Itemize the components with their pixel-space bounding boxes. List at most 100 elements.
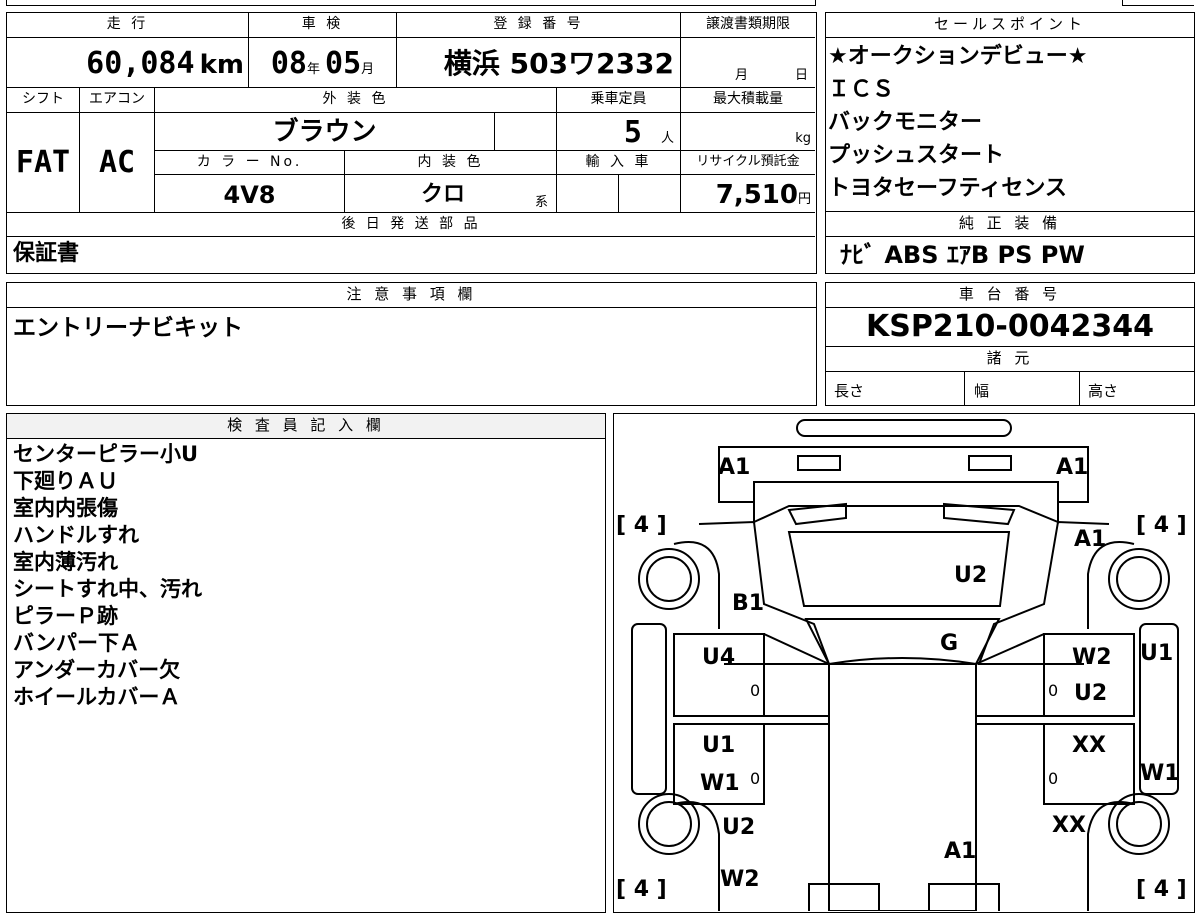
mark-rear-fender-right: XX (1052, 813, 1086, 838)
inspection-year: 08 (270, 46, 307, 81)
recycle-label: リサイクル預託金 (681, 151, 815, 175)
seating-label: 乗車定員 (557, 88, 681, 113)
mark-front-door-right-2: U2 (1074, 681, 1107, 706)
inspector-note-item: センターピラー小U (13, 442, 199, 466)
exterior-color-value: ブラウン (272, 117, 377, 147)
rear-bumper-outline (808, 883, 880, 911)
inspector-note-item: シートすれ中、汚れ (13, 577, 202, 601)
mark-front-left: A1 (718, 455, 750, 480)
interior-color-cell: クロ 系 (345, 175, 557, 213)
zero-marks: 0 0 0 0 (750, 681, 1058, 788)
interior-color-label: 内 装 色 (345, 151, 557, 175)
mileage-cell: 60,084 km (7, 38, 249, 88)
front-bumper-outline (796, 419, 1012, 437)
specs-divider-1 (964, 372, 965, 406)
inspection-label: 車 検 (249, 13, 397, 38)
specs-label: 諸 元 (826, 347, 1194, 372)
rear-bumper-outline-2 (928, 883, 1000, 911)
chassis-value: KSP210-0042344 (826, 308, 1194, 347)
inspection-year-unit: 年 (306, 62, 320, 77)
rear-arch-right (1087, 801, 1135, 911)
shift-label: シフト (7, 88, 80, 113)
mark-hood: U2 (954, 563, 987, 588)
shift-value: FAT (15, 145, 71, 180)
specs-row: 長さ 幅 高さ (826, 372, 1194, 406)
sales-point-item: ＩＣＳ (828, 77, 895, 102)
mark-rear-left: W2 (720, 867, 760, 892)
seating-cell: 5 人 (557, 113, 681, 151)
inspector-panel: 検 査 員 記 入 欄 センターピラー小U 下廻りＡＵ 室内内張傷 ハンドルすれ 室内薄… (6, 413, 606, 913)
sales-point-item: プッシュスタート (828, 143, 1005, 168)
inspector-note-item: ホイールカバーＡ (13, 685, 181, 709)
sales-points-label: セールスポイント (826, 13, 1194, 38)
tire-label-front-left: [ 4 ] (616, 513, 667, 538)
import-cell-a (557, 175, 619, 213)
recycle-value: 7,510 (715, 180, 798, 210)
transfer-label: 譲渡書類期限 (681, 13, 815, 38)
genuine-equipment-panel: 純 正 装 備 ﾅﾋﾞ ABS ｴｱB PS PW (825, 211, 1195, 274)
color-no-label: カ ラ ー No. (155, 151, 345, 175)
max-load-unit: kg (795, 131, 811, 146)
import-label: 輸 入 車 (557, 151, 681, 175)
registration-value: 横浜 503ワ2332 (443, 47, 674, 80)
later-parts-label: 後 日 発 送 部 品 (7, 213, 815, 237)
body-side-left (674, 633, 830, 665)
import-cell-b (619, 175, 681, 213)
registration-cell: 横浜 503ワ2332 (397, 38, 681, 88)
inspector-note-item: 室内内張傷 (13, 496, 118, 520)
headlight-left (797, 455, 841, 471)
mark-rear-door-right: XX (1072, 733, 1106, 758)
width-label: 幅 (974, 382, 990, 400)
ac-label: エアコン (80, 88, 155, 113)
length-label: 長さ (834, 382, 865, 400)
later-parts-value: 保証書 (13, 241, 80, 266)
chassis-label: 車 台 番 号 (826, 283, 1194, 308)
notes-value: エントリーナビキット (13, 315, 243, 341)
sill-left (631, 623, 667, 795)
transfer-cell: 月 日 (681, 38, 815, 88)
chassis-panel: 車 台 番 号 KSP210-0042344 諸 元 長さ 幅 高さ (825, 282, 1195, 406)
inspector-note-item: ハンドルすれ (13, 523, 139, 547)
notes-label: 注 意 事 項 欄 (7, 283, 816, 308)
inspection-month: 05 (325, 46, 362, 81)
zero-mark-4: 0 (1048, 769, 1058, 788)
inspector-note-item: アンダーカバー欠 (13, 658, 181, 682)
seating-value: 5 (623, 115, 642, 150)
mark-rear-fender-left: U2 (722, 815, 755, 840)
interior-color-value: クロ (421, 182, 466, 207)
wheel-rear-right-inner (1116, 801, 1162, 847)
genuine-equipment-label: 純 正 装 備 (826, 212, 1194, 237)
front-arch-left (673, 541, 720, 629)
inspector-note-item: ピラーＰ跡 (13, 604, 118, 628)
inspection-month-unit: 月 (361, 62, 375, 77)
sales-point-item: トヨタセーフティセンス (828, 176, 1067, 201)
mark-sill-right-rear: W1 (1140, 761, 1180, 786)
front-body-outline (718, 446, 1089, 503)
notes-panel: 注 意 事 項 欄 エントリーナビキット (6, 282, 817, 406)
inspector-notes-list: センターピラー小U 下廻りＡＵ 室内内張傷 ハンドルすれ 室内薄汚れ シートすれ中、汚れピ… (7, 439, 605, 711)
inspector-note-item: バンパー下Ａ (13, 631, 141, 655)
seating-unit: 人 (660, 131, 674, 146)
damage-marks: A1 A1 A1 U2 B1 G U4 W2 U2 U1 U1 W1 XX W1… (700, 455, 1180, 892)
top-edge-strip (6, 0, 816, 6)
zero-mark-1: 0 (750, 681, 760, 700)
sales-point-item: ★オークションデビュー★ (828, 44, 1088, 69)
color-no-cell: 4V8 (155, 175, 345, 213)
mark-front-door-right: W2 (1072, 645, 1112, 670)
specs-divider-2 (1079, 372, 1080, 406)
wheel-front-right-inner (1116, 556, 1162, 602)
wheel-front-left-inner (646, 556, 692, 602)
sales-point-item: バックモニター (828, 110, 983, 135)
mark-windshield: G (940, 631, 958, 656)
genuine-equipment-value: ﾅﾋﾞ ABS ｴｱB PS PW (840, 241, 1085, 269)
mark-trunk: A1 (944, 839, 976, 864)
ac-value: AC (98, 145, 136, 180)
height-label: 高さ (1088, 382, 1119, 400)
max-load-label: 最大積載量 (681, 88, 815, 113)
mileage-value: 60,084 (86, 46, 195, 81)
headlight-right (968, 455, 1012, 471)
wheel-rear-left-inner (646, 801, 692, 847)
mark-rear-door-left-2: W1 (700, 771, 740, 796)
top-edge-strip-right (1122, 0, 1194, 6)
car-diagram-panel: [ 4 ] [ 4 ] [ 4 ] [ 4 ] A1 A1 A1 U2 B1 G… (613, 413, 1195, 913)
